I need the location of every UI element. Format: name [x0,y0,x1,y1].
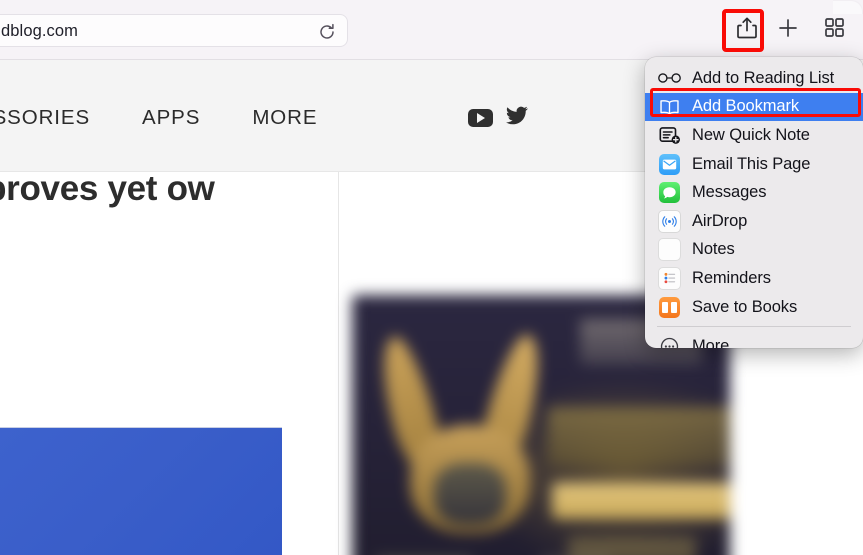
window-corner [833,0,863,14]
blue-promo-block[interactable] [0,427,282,555]
share-menu: Add to Reading List Add Bookmark New [645,57,863,348]
menu-item-messages[interactable]: Messages [645,178,863,207]
ellipsis-circle-icon [658,336,681,348]
menu-item-email-this-page[interactable]: Email This Page [645,150,863,179]
safari-window: dblog.com [0,0,863,555]
menu-item-label: AirDrop [692,212,747,231]
address-bar[interactable]: dblog.com [0,14,348,47]
book-icon [658,96,681,117]
notes-icon [658,239,681,260]
menu-item-add-bookmark[interactable]: Add Bookmark [645,93,863,122]
site-nav-links: ESSORIES APPS MORE [0,106,343,130]
plus-icon [777,17,799,44]
menu-item-save-to-books[interactable]: Save to Books [645,293,863,322]
browser-toolbar: dblog.com [0,0,863,60]
menu-item-new-quick-note[interactable]: New Quick Note [645,121,863,150]
messages-icon [658,182,681,203]
social-links [468,106,528,130]
menu-item-label: Reminders [692,269,771,288]
menu-item-notes[interactable]: Notes [645,236,863,265]
airdrop-icon [658,211,681,232]
mail-icon [658,154,681,175]
nav-item-apps[interactable]: APPS [116,106,226,130]
nav-item-more[interactable]: MORE [226,106,343,130]
new-tab-button[interactable] [771,13,805,47]
reload-icon[interactable] [316,21,337,42]
twitter-icon[interactable] [506,106,528,130]
menu-item-label: More... [692,337,743,348]
menu-item-label: Add Bookmark [692,97,799,116]
menu-divider [657,326,851,327]
url-text: dblog.com [1,15,78,48]
menu-item-label: Add to Reading List [692,69,834,88]
menu-item-label: Save to Books [692,298,797,317]
share-icon [736,16,758,45]
article-headline[interactable]: pproves yet ow [0,167,344,211]
nav-item-accessories[interactable]: ESSORIES [0,106,116,130]
menu-item-label: Messages [692,183,766,202]
tab-grid-icon [824,17,845,43]
share-button[interactable] [730,13,764,47]
menu-item-label: Email This Page [692,155,810,174]
tab-overview-button[interactable] [817,13,851,47]
menu-item-airdrop[interactable]: AirDrop [645,207,863,236]
menu-item-reminders[interactable]: Reminders [645,264,863,293]
menu-item-label: Notes [692,240,735,259]
quick-note-icon [658,125,681,146]
glasses-icon [658,68,681,89]
books-icon [658,297,681,318]
youtube-icon[interactable] [468,109,493,127]
menu-item-add-to-reading-list[interactable]: Add to Reading List [645,64,863,93]
menu-item-label: New Quick Note [692,126,810,145]
menu-item-more[interactable]: More... [645,332,863,348]
reminders-icon [658,268,681,289]
column-divider [338,172,339,555]
